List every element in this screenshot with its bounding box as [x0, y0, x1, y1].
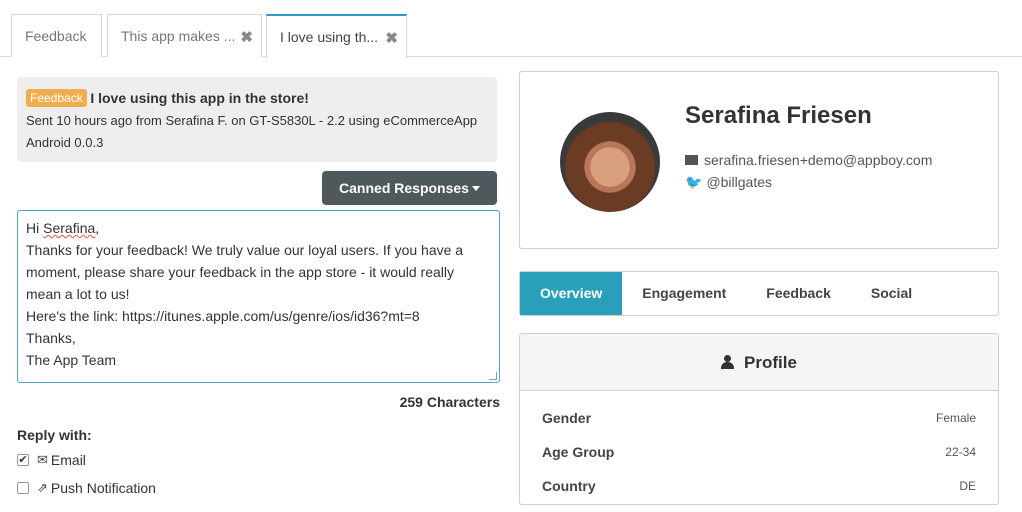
- share-icon: ⇗: [37, 480, 48, 495]
- user-email[interactable]: serafina.friesen+demo@appboy.com: [685, 152, 932, 168]
- push-checkbox[interactable]: [17, 482, 29, 494]
- user-card: Serafina Friesen serafina.friesen+demo@a…: [519, 71, 999, 249]
- push-option-label: Push Notification: [50, 480, 156, 496]
- feedback-badge: Feedback: [26, 89, 87, 107]
- email-checkbox[interactable]: ✔: [17, 454, 29, 466]
- tab-feedback-profile[interactable]: Feedback: [746, 272, 851, 315]
- user-twitter-text: @billgates: [706, 174, 773, 190]
- tab-engagement[interactable]: Engagement: [622, 272, 746, 315]
- envelope-icon: ✉: [37, 452, 48, 467]
- twitter-icon: 🐦: [685, 174, 703, 190]
- feedback-title: I love using this app in the store!: [90, 90, 309, 106]
- tab-label: This app makes ...: [121, 28, 236, 44]
- profile-row-value: 22-34: [945, 445, 976, 459]
- tab-social[interactable]: Social: [851, 272, 932, 315]
- reply-option-email[interactable]: ✔ ✉ Email: [17, 452, 86, 468]
- reply-line: mean a lot to us!: [26, 286, 130, 302]
- profile-panel: Profile Gender Female Age Group 22-34 Co…: [519, 333, 999, 505]
- reply-line: moment, please share your feedback in th…: [26, 264, 455, 280]
- tab-feedback[interactable]: Feedback: [11, 14, 102, 57]
- user-name: Serafina Friesen: [685, 102, 872, 129]
- profile-row-value: DE: [959, 479, 976, 493]
- reply-line: Thanks for your feedback! We truly value…: [26, 242, 464, 258]
- email-option-label: Email: [50, 452, 86, 468]
- feedback-meta: Sent 10 hours ago from Serafina F. on GT…: [26, 113, 478, 128]
- user-icon: [721, 355, 735, 369]
- profile-row-age-group: Age Group 22-34: [542, 444, 976, 460]
- avatar: [560, 112, 660, 212]
- canned-responses-label: Canned Responses: [339, 180, 469, 196]
- tab-this-app-makes[interactable]: This app makes ... ✖: [107, 14, 262, 57]
- profile-heading-text: Profile: [744, 353, 797, 372]
- profile-row-value: Female: [935, 411, 976, 425]
- feedback-meta-version: Android 0.0.3: [26, 135, 104, 150]
- reply-option-push[interactable]: ⇗ Push Notification: [17, 480, 156, 496]
- reply-textarea[interactable]: Hi Serafina, Thanks for your feedback! W…: [17, 210, 500, 383]
- resize-grip-icon[interactable]: [489, 372, 497, 380]
- tab-label: Feedback: [25, 28, 87, 44]
- profile-row-label: Gender: [542, 410, 592, 426]
- greeting-prefix: Hi: [26, 220, 44, 236]
- canned-responses-button[interactable]: Canned Responses: [322, 171, 497, 205]
- profile-nav-tabs: Overview Engagement Feedback Social: [519, 271, 999, 316]
- character-count: 259 Characters: [399, 394, 500, 410]
- reply-line: The App Team: [26, 352, 117, 368]
- greeting-suffix: ,: [95, 220, 100, 236]
- feedback-summary: Feedback I love using this app in the st…: [17, 77, 497, 162]
- user-email-text: serafina.friesen+demo@appboy.com: [704, 152, 933, 168]
- reply-greeting: Hi Serafina,: [26, 217, 491, 239]
- tab-i-love-using[interactable]: I love using th... ✖: [266, 14, 407, 58]
- reply-with-label: Reply with:: [17, 427, 92, 443]
- profile-heading: Profile: [520, 334, 998, 391]
- reply-line: Here's the link: https://itunes.apple.co…: [26, 308, 420, 324]
- profile-row-gender: Gender Female: [542, 410, 976, 426]
- profile-row-country: Country DE: [542, 478, 976, 494]
- tab-overview[interactable]: Overview: [520, 272, 623, 315]
- user-twitter[interactable]: 🐦 @billgates: [685, 174, 772, 191]
- tab-bar: Feedback This app makes ... ✖ I love usi…: [0, 0, 1022, 58]
- close-icon[interactable]: ✖: [385, 29, 398, 47]
- envelope-icon: [685, 155, 698, 165]
- close-icon[interactable]: ✖: [240, 28, 253, 46]
- reply-line: Thanks,: [26, 330, 76, 346]
- greeting-name: Serafina: [43, 220, 96, 236]
- profile-row-label: Country: [542, 478, 596, 494]
- tab-label: I love using th...: [280, 29, 379, 45]
- profile-row-label: Age Group: [542, 444, 615, 460]
- caret-down-icon: [471, 186, 480, 191]
